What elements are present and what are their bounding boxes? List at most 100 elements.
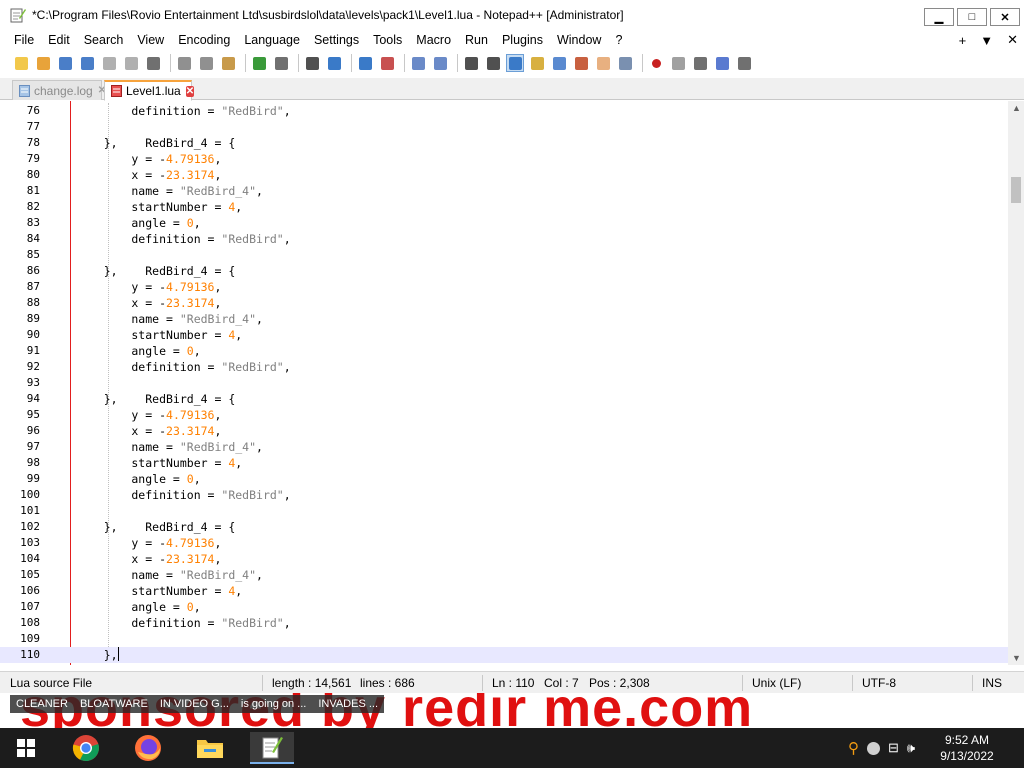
search-icon[interactable]: ⚲ <box>848 739 859 757</box>
menu-encoding[interactable]: Encoding <box>171 33 237 47</box>
close-button[interactable]: ✕ <box>990 8 1020 26</box>
cut-icon-glyph <box>177 56 191 70</box>
new-file-icon[interactable] <box>12 54 30 72</box>
notepadpp-icon[interactable] <box>250 732 294 764</box>
tab-change-log[interactable]: change.log ✕ <box>12 80 106 100</box>
status-column: Col : 7 <box>544 676 579 690</box>
run-macro-multiple-icon[interactable] <box>713 54 731 72</box>
vertical-scrollbar[interactable]: ▲ ▼ <box>1008 101 1024 665</box>
circle-status-icon[interactable] <box>867 741 880 755</box>
network-icon[interactable]: ⊟ <box>888 740 899 756</box>
indent-guide-icon[interactable] <box>506 54 524 72</box>
code-token: , <box>283 104 291 118</box>
menu-search[interactable]: Search <box>77 33 131 47</box>
zoom-in-icon[interactable] <box>356 54 374 72</box>
system-tray: ⚲ ⊟ 🕪 <box>848 728 915 768</box>
number-literal: 23.3174 <box>166 296 215 310</box>
number-literal: 4.79136 <box>166 152 215 166</box>
number-literal: 23.3174 <box>166 424 215 438</box>
replace-icon[interactable] <box>325 54 343 72</box>
undo-icon[interactable] <box>250 54 268 72</box>
show-all-chars-icon[interactable] <box>484 54 502 72</box>
code-token: y = - <box>76 536 167 550</box>
menu-file[interactable]: File <box>0 33 41 47</box>
menu-plugins[interactable]: Plugins <box>495 33 550 47</box>
sync-vertical-icon[interactable] <box>409 54 427 72</box>
folder-workspace-icon[interactable] <box>594 54 612 72</box>
record-macro-icon[interactable] <box>647 54 665 72</box>
code-token: name = <box>76 312 180 326</box>
word-wrap-icon[interactable] <box>462 54 480 72</box>
code-line: 80 x = -23.3174, <box>0 167 1008 183</box>
replace-icon-glyph <box>327 56 341 70</box>
code-line: 98 startNumber = 4, <box>0 455 1008 471</box>
taskbar-clock[interactable]: 9:52 AM 9/13/2022 <box>932 732 1002 764</box>
menu-run[interactable]: Run <box>458 33 495 47</box>
menu-window[interactable]: Window <box>550 33 608 47</box>
menu-help[interactable]: ? <box>608 33 629 47</box>
redo-icon[interactable] <box>272 54 290 72</box>
save-macro-icon[interactable] <box>735 54 753 72</box>
stop-macro-icon[interactable] <box>669 54 687 72</box>
tab-label: Level1.lua <box>126 84 181 98</box>
zoom-out-icon[interactable] <box>378 54 396 72</box>
new-tab-plus-button[interactable]: + <box>959 33 967 48</box>
code-text: angle = 0, <box>76 343 200 359</box>
tab-list-dropdown-button[interactable]: ▼ <box>980 33 993 48</box>
menu-settings[interactable]: Settings <box>307 33 366 47</box>
close-all-icon[interactable] <box>122 54 140 72</box>
user-language-icon[interactable] <box>528 54 546 72</box>
menu-bar: File Edit Search View Encoding Language … <box>0 30 1024 50</box>
code-token: , <box>283 232 291 246</box>
open-file-icon[interactable] <box>34 54 52 72</box>
save-icon[interactable] <box>56 54 74 72</box>
function-list-icon[interactable] <box>572 54 590 72</box>
tab-close-icon[interactable]: ✕ <box>185 85 195 97</box>
code-line: 109 <box>0 631 1008 647</box>
find-icon[interactable] <box>303 54 321 72</box>
menu-view[interactable]: View <box>130 33 171 47</box>
file-explorer-icon[interactable] <box>188 732 232 764</box>
code-text: angle = 0, <box>76 215 200 231</box>
code-line: 86 }, RedBird_4 = { <box>0 263 1008 279</box>
status-eol[interactable]: Unix (LF) <box>752 676 801 690</box>
line-number: 95 <box>26 408 40 421</box>
tab-level1-lua[interactable]: Level1.lua ✕ <box>104 80 195 101</box>
menu-tools[interactable]: Tools <box>366 33 409 47</box>
document-map-icon[interactable] <box>550 54 568 72</box>
scroll-up-arrow-icon[interactable]: ▲ <box>1012 103 1021 113</box>
status-insert-mode[interactable]: INS <box>982 676 1002 690</box>
paste-icon-glyph <box>221 56 235 70</box>
print-icon[interactable] <box>144 54 162 72</box>
cut-icon[interactable] <box>175 54 193 72</box>
line-number: 97 <box>26 440 40 453</box>
menu-macro[interactable]: Macro <box>409 33 458 47</box>
paste-icon[interactable] <box>219 54 237 72</box>
menu-language[interactable]: Language <box>237 33 307 47</box>
status-encoding[interactable]: UTF-8 <box>862 676 896 690</box>
firefox-icon[interactable] <box>126 732 170 764</box>
save-all-icon[interactable] <box>78 54 96 72</box>
string-literal: "RedBird" <box>221 104 284 118</box>
chrome-icon[interactable] <box>64 732 108 764</box>
close-icon[interactable] <box>100 54 118 72</box>
play-macro-icon[interactable] <box>691 54 709 72</box>
code-editor[interactable]: 76 definition = "RedBird", 77 78 }, RedBir… <box>0 101 1008 665</box>
maximize-button[interactable]: □ <box>957 8 987 26</box>
code-text: name = "RedBird_4", <box>76 311 263 327</box>
copy-icon[interactable] <box>197 54 215 72</box>
windows-start-icon[interactable] <box>4 732 48 764</box>
ticker-item: CLEANER <box>16 698 68 710</box>
menu-edit[interactable]: Edit <box>41 33 77 47</box>
find-icon-glyph <box>305 56 319 70</box>
line-number: 84 <box>26 232 40 245</box>
monitoring-icon-glyph <box>618 56 632 70</box>
sync-horizontal-icon[interactable] <box>431 54 449 72</box>
close-document-button[interactable]: ✕ <box>1007 32 1018 48</box>
minimize-button[interactable]: ▁ <box>924 8 954 26</box>
code-token: , <box>283 360 291 374</box>
scroll-down-arrow-icon[interactable]: ▼ <box>1012 653 1021 663</box>
scrollbar-thumb[interactable] <box>1011 177 1021 203</box>
volume-icon[interactable]: 🕪 <box>907 740 915 756</box>
monitoring-icon[interactable] <box>616 54 634 72</box>
